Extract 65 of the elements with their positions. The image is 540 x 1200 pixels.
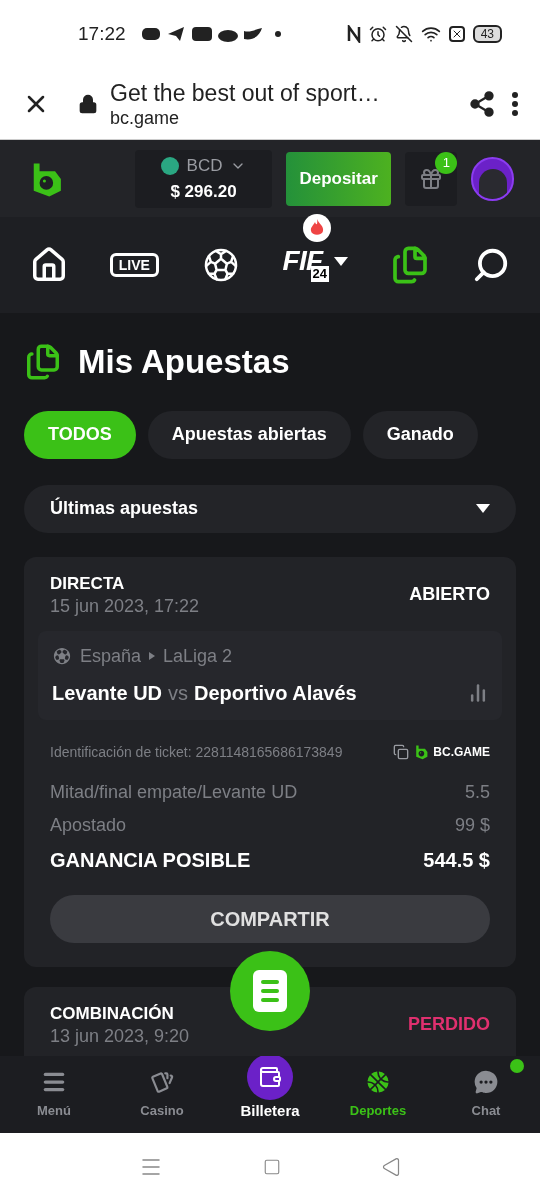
ticket-id: Identificación de ticket: 2281148165686173849 <box>50 742 343 762</box>
bet-type: DIRECTA <box>50 572 126 595</box>
sim-icon <box>448 26 465 42</box>
dropdown-caret-icon <box>334 256 349 266</box>
share-button[interactable] <box>468 89 496 118</box>
row-value: 99 $ <box>454 813 490 837</box>
gift-icon <box>419 166 444 191</box>
brand-logo-icon <box>413 744 430 760</box>
versus-label: vs <box>168 680 189 706</box>
league-name: LaLiga 2 <box>163 644 233 668</box>
more-button[interactable] <box>512 91 518 116</box>
mute-icon <box>394 25 413 43</box>
wallet-tab[interactable]: Billetera <box>216 1054 324 1123</box>
row-label: Apostado <box>50 813 127 837</box>
live-button[interactable]: LIVE <box>109 253 159 277</box>
more-icon <box>512 91 518 116</box>
filter-tab[interactable]: Ganado <box>362 410 478 459</box>
bet-status: PERDIDO <box>408 1013 490 1036</box>
avatar[interactable] <box>471 156 514 201</box>
page-url: bc.game <box>110 106 181 129</box>
betslip-icon <box>253 970 287 1012</box>
bet-status: ABIERTO <box>409 583 490 606</box>
fifa-button[interactable]: FIF24 <box>282 240 349 290</box>
alarm-icon <box>368 25 387 43</box>
home-button[interactable] <box>30 246 68 284</box>
flame-badge-icon <box>302 214 331 242</box>
row-value: 544.5 $ <box>423 847 490 873</box>
wallet-icon <box>247 1054 293 1101</box>
notification-badge: 1 <box>435 151 458 174</box>
nfc-icon <box>346 25 361 43</box>
search-button[interactable] <box>472 246 510 284</box>
stats-icon <box>468 682 488 703</box>
wifi-icon <box>420 24 441 44</box>
chat-icon <box>473 1068 499 1095</box>
away-team: Deportivo Alavés <box>194 680 357 706</box>
bottom-nav-tab[interactable]: Casino <box>140 1068 184 1121</box>
bet-date: 15 jun 2023, 17:22 <box>50 594 200 617</box>
page-heading: Mis Apuestas <box>78 342 290 382</box>
share-icon <box>468 89 496 118</box>
home-team: Levante UD <box>52 680 163 706</box>
bet-type: COMBINACIÓN <box>50 1002 175 1025</box>
lock-icon <box>78 93 98 114</box>
row-label: GANANCIA POSIBLE <box>50 847 251 873</box>
chevron-icon <box>149 652 156 660</box>
bottom-nav-tab[interactable]: Deportes <box>349 1068 407 1121</box>
home-nav-icon[interactable] <box>263 1157 281 1176</box>
page-title: Get the best out of sport… <box>110 78 381 107</box>
coin-icon <box>160 156 179 175</box>
dropdown-caret-icon <box>476 504 490 513</box>
share-button[interactable]: COMPARTIR <box>50 894 490 943</box>
balance-selector[interactable]: BCD $ 296.20 <box>134 149 273 208</box>
brand-name: BC.GAME <box>433 744 490 761</box>
bet-date: 13 jun 2023, 9:20 <box>50 1024 190 1047</box>
bets-icon <box>24 342 62 381</box>
battery-level: 43 <box>472 25 502 43</box>
status-time: 17:22 <box>78 21 126 46</box>
row-value: 5.5 <box>464 780 490 804</box>
copy-icon[interactable] <box>393 744 410 760</box>
filter-tab[interactable]: Apuestas abiertas <box>147 410 351 459</box>
bottom-nav-tab[interactable]: Menú <box>37 1068 71 1121</box>
back-icon[interactable] <box>381 1156 401 1177</box>
bottom-nav-tab[interactable]: Chat <box>471 1068 501 1121</box>
row-label: Mitad/final empate/Levante UD <box>50 780 298 804</box>
bets-dropdown[interactable]: Últimas apuestas <box>24 484 516 533</box>
league-country: España <box>80 644 142 668</box>
